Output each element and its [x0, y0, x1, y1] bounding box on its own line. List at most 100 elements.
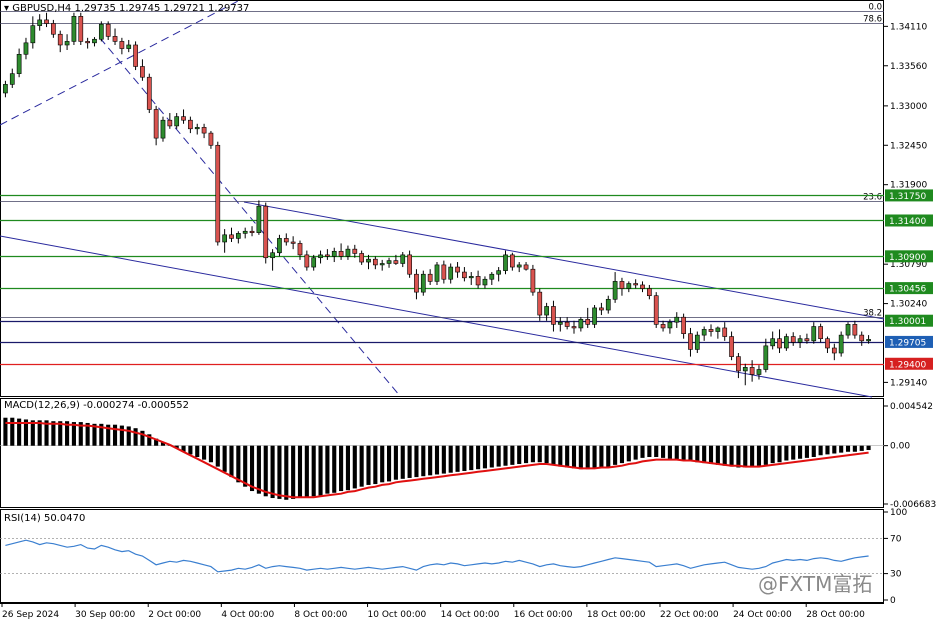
- fib-label: 23.6: [863, 193, 882, 203]
- macd-bar: [325, 445, 330, 494]
- macd-bar: [345, 445, 350, 491]
- macd-bar: [852, 445, 857, 452]
- time-tick-label: 18 Oct 00:00: [587, 610, 646, 620]
- macd-bar: [339, 445, 344, 492]
- macd-bar: [606, 445, 611, 467]
- candle: [770, 338, 776, 347]
- candle: [297, 243, 303, 256]
- candle: [496, 270, 502, 275]
- candle: [235, 233, 241, 239]
- collapse-triangle-icon[interactable]: ▾: [4, 3, 9, 14]
- macd-bar: [640, 445, 645, 458]
- candle: [44, 19, 49, 24]
- candle: [797, 338, 803, 343]
- time-tick-label: 14 Oct 00:00: [441, 610, 500, 620]
- candle: [845, 324, 851, 336]
- time-tick-label: 26 Sep 2024: [2, 610, 59, 620]
- time-tick-label: 30 Sep 00:00: [75, 610, 135, 620]
- macd-bar: [441, 445, 446, 474]
- candle: [660, 324, 666, 329]
- candle: [85, 41, 90, 44]
- candle: [852, 324, 858, 336]
- macd-bar: [722, 445, 727, 466]
- rsi-panel-frame: [0, 509, 884, 603]
- candle: [242, 230, 248, 234]
- macd-bar: [832, 445, 837, 454]
- macd-bar: [859, 445, 864, 451]
- time-tick-label: 24 Oct 00:00: [733, 610, 792, 620]
- macd-bar: [284, 445, 289, 500]
- macd-bar: [421, 445, 426, 477]
- rsi-tick-label: 30: [890, 570, 902, 580]
- macd-bar: [277, 445, 282, 499]
- macd-bar: [839, 445, 844, 453]
- candle: [311, 257, 317, 268]
- macd-tick-label: 0.00: [890, 442, 910, 452]
- candle: [674, 316, 680, 323]
- symbol-ohlc-label: GBPUSD,H4 1.29735 1.29745 1.29721 1.2973…: [12, 3, 250, 14]
- candle: [201, 127, 207, 134]
- candle: [441, 264, 447, 280]
- candle: [818, 326, 823, 339]
- candle: [263, 205, 269, 259]
- candle: [30, 25, 36, 44]
- candle: [455, 266, 460, 273]
- candle: [688, 333, 693, 350]
- candle: [503, 254, 508, 271]
- candle: [715, 327, 721, 332]
- macd-bar: [434, 445, 440, 475]
- channel-lower[interactable]: [0, 235, 873, 398]
- candle: [742, 367, 748, 372]
- chart: 0.0 78.6 23.6 38.2 1.34110 1.33560 1.33000 1.3…: [0, 0, 936, 620]
- macd-bar: [681, 445, 686, 461]
- candle: [57, 33, 63, 46]
- macd-bar: [407, 445, 412, 478]
- candle: [9, 73, 15, 85]
- macd-bar: [565, 445, 570, 468]
- time-tick-label: 10 Oct 00:00: [368, 610, 427, 620]
- candle: [208, 132, 214, 146]
- macd-bar: [332, 445, 337, 493]
- candle: [564, 321, 570, 327]
- macd-bar: [352, 445, 357, 489]
- candle: [366, 258, 371, 263]
- candle: [277, 238, 282, 254]
- candle: [407, 254, 412, 275]
- macd-bar: [702, 445, 707, 464]
- macd-bar: [263, 445, 268, 497]
- macd-bar: [530, 445, 535, 463]
- candle: [215, 144, 221, 243]
- channel-upper[interactable]: [243, 201, 885, 320]
- candle: [270, 252, 275, 259]
- candle: [633, 283, 639, 286]
- candle: [578, 319, 584, 329]
- candle: [516, 264, 522, 268]
- macd-bar: [599, 445, 604, 468]
- macd-bar: [866, 445, 871, 451]
- price-tick-label: 1.30240: [890, 300, 927, 310]
- price-tick-label: 1.34110: [890, 22, 927, 32]
- candle: [571, 326, 577, 329]
- time-tick-label: 4 Oct 00:00: [221, 610, 274, 620]
- candle: [167, 119, 173, 127]
- macd-bar: [455, 445, 460, 472]
- macd-bar: [51, 421, 56, 446]
- candle: [174, 116, 180, 127]
- candle: [777, 338, 782, 349]
- price-tag-label: 1.31400: [889, 217, 926, 227]
- candle: [37, 19, 43, 26]
- candle: [188, 119, 193, 130]
- price-tick-label: 1.31900: [890, 181, 927, 191]
- candle: [489, 273, 495, 280]
- macd-bar: [428, 445, 433, 476]
- macd-bar: [777, 445, 782, 463]
- candle: [509, 254, 515, 268]
- candle: [701, 329, 707, 336]
- candle: [482, 278, 488, 286]
- price-tag-label: 1.29705: [889, 338, 926, 348]
- macd-bar: [256, 445, 261, 494]
- macd-bar: [202, 445, 207, 460]
- candle: [105, 23, 111, 37]
- rsi-label: RSI(14) 50.0470: [4, 513, 86, 524]
- macd-bar: [393, 445, 398, 480]
